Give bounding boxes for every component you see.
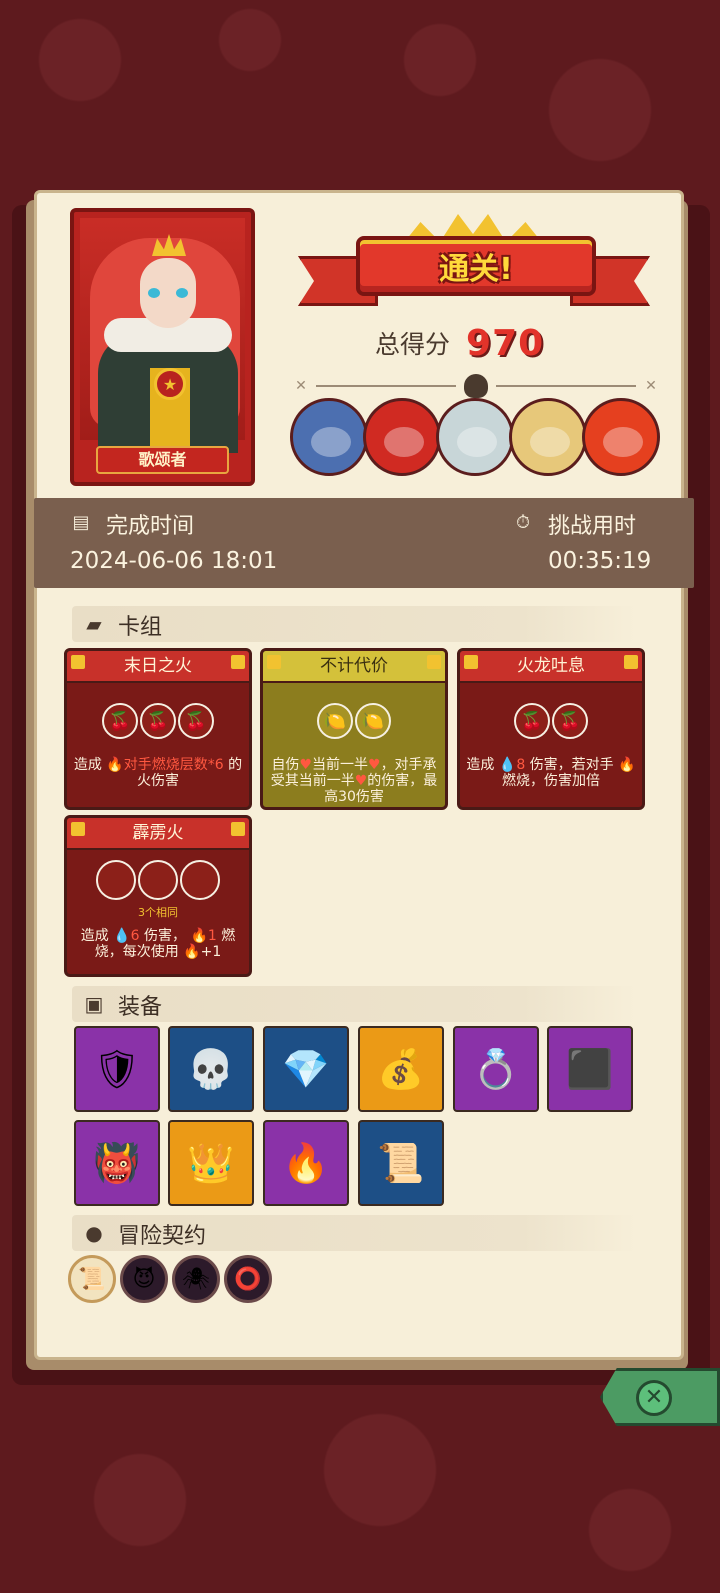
bracer-icon[interactable]: 🛡	[74, 1026, 160, 1112]
contract-demon-icon[interactable]: 😈	[120, 1255, 168, 1303]
victory-title: 通关!	[439, 252, 513, 287]
card-slots	[67, 860, 249, 900]
cherry-icon: 🍒	[140, 703, 176, 739]
hero-name: 歌颂者	[96, 446, 229, 474]
challenge-time-value: 00:35:19	[548, 548, 652, 574]
equipment-header: ▣ 装备	[72, 986, 636, 1022]
skull-icon	[464, 374, 488, 398]
card-description: 造成 💧8 伤害，若对手 🔥燃烧，伤害加倍	[466, 757, 636, 789]
time-bar: ▤ 完成时间 2024-06-06 18:01 ⏱ 挑战用时 00:35:19	[34, 498, 694, 588]
person-icon: ●	[85, 1221, 103, 1245]
empty-slot	[180, 860, 220, 900]
fire-icon: 🔥	[106, 757, 124, 773]
emerald-icon[interactable]: 💎	[263, 1026, 349, 1112]
scroll-icon[interactable]: 📜	[358, 1120, 444, 1206]
flame-crown-icon[interactable]: 🔥	[263, 1120, 349, 1206]
finish-time-value: 2024-06-06 18:01	[70, 548, 278, 574]
card-title: 末日之火	[67, 651, 249, 683]
deck-card[interactable]: 末日之火 🍒 🍒 🍒 造成 🔥对手燃烧层数*6 的火伤害	[64, 648, 252, 810]
fire-icon: 🔥	[618, 757, 636, 773]
card-description: 造成 🔥对手燃烧层数*6 的火伤害	[73, 757, 243, 789]
heart-icon: ♥	[299, 757, 312, 773]
empty-slot	[96, 860, 136, 900]
leaf-ring-icon[interactable]: 💍	[453, 1026, 539, 1112]
box-icon: ▣	[84, 992, 104, 1016]
cube-icon[interactable]: ⬛	[547, 1026, 633, 1112]
contract-rune-icon[interactable]: ⭕	[224, 1255, 272, 1303]
gold-crown-icon[interactable]: 👑	[168, 1120, 254, 1206]
stopwatch-icon: ⏱	[515, 512, 531, 533]
deck-card[interactable]: 霹雳火 3个相同 造成 💧6 伤害， 🔥1 燃烧，每次使用 🔥+1	[64, 815, 252, 977]
victory-banner: 通关!	[356, 236, 596, 296]
lemon-icon: 🍋	[355, 703, 391, 739]
score-row: 总得分 970	[375, 318, 544, 368]
crossed-swords-icon: ✕	[645, 378, 657, 394]
card-title: 不计代价	[263, 651, 445, 683]
blood-drop-icon: 💧	[113, 928, 131, 944]
equipment-title: 装备	[118, 995, 163, 1020]
deck-title: 卡组	[118, 615, 163, 640]
hero-portrait: ★	[80, 218, 245, 458]
challenge-time-label: 挑战用时	[548, 514, 637, 539]
score-value: 970	[466, 322, 545, 364]
contracts-title: 冒险契约	[118, 1224, 207, 1249]
boss-yeti-icon[interactable]	[436, 398, 514, 476]
card-title: 霹雳火	[67, 818, 249, 850]
card-slots: 🍒 🍒 🍒	[67, 703, 249, 739]
boss-divider: ✕ ✕	[292, 374, 660, 398]
blood-drop-icon: 💧	[498, 757, 517, 773]
lemon-icon: 🍋	[317, 703, 353, 739]
deck-card[interactable]: 火龙吐息 🍒 🍒 造成 💧8 伤害，若对手 🔥燃烧，伤害加倍	[457, 648, 645, 810]
boss-tribal-mask-icon[interactable]	[509, 398, 587, 476]
card-description: 自伤♥当前一半♥，对手承受其当前一半♥的伤害，最高30伤害	[270, 757, 438, 805]
close-button[interactable]: ✕	[636, 1380, 672, 1416]
cherry-icon: 🍒	[178, 703, 214, 739]
coin-sack-icon[interactable]: 💰	[358, 1026, 444, 1112]
star-medal-icon: ★	[154, 368, 186, 400]
card-description: 造成 💧6 伤害， 🔥1 燃烧，每次使用 🔥+1	[80, 928, 236, 960]
boss-mushroom-icon[interactable]	[290, 398, 368, 476]
boss-fire-beast-icon[interactable]	[582, 398, 660, 476]
crossed-swords-icon: ✕	[295, 378, 307, 394]
defeated-bosses	[290, 398, 662, 480]
deck-header: ▰ 卡组	[72, 606, 636, 642]
fire-icon: 🔥	[190, 928, 208, 944]
deck-card[interactable]: 不计代价 🍋 🍋 自伤♥当前一半♥，对手承受其当前一半♥的伤害，最高30伤害	[260, 648, 448, 810]
cherry-icon: 🍒	[552, 703, 588, 739]
film-icon: ▤	[72, 512, 90, 533]
heart-icon: ♥	[368, 757, 381, 773]
demon-mask-icon[interactable]: 👹	[74, 1120, 160, 1206]
empty-slot	[138, 860, 178, 900]
finish-time-label: 完成时间	[106, 514, 195, 539]
hero-card[interactable]: ★ 歌颂者	[70, 208, 255, 486]
fire-icon: 🔥	[183, 944, 201, 960]
score-label: 总得分	[375, 330, 451, 359]
slot-requirement: 3个相同	[138, 906, 178, 919]
heart-icon: ♥	[354, 773, 368, 789]
card-slots: 🍋 🍋	[263, 703, 445, 739]
boss-red-demon-icon[interactable]	[363, 398, 441, 476]
horned-skull-icon[interactable]: 💀	[168, 1026, 254, 1112]
contract-spider-icon[interactable]: 🕷	[172, 1255, 220, 1303]
cards-icon: ▰	[86, 612, 102, 636]
cherry-icon: 🍒	[102, 703, 138, 739]
cherry-icon: 🍒	[514, 703, 550, 739]
card-slots: 🍒 🍒	[460, 703, 642, 739]
card-title: 火龙吐息	[460, 651, 642, 683]
contract-scroll-icon[interactable]: 📜	[68, 1255, 116, 1303]
contracts-header: ● 冒险契约	[72, 1215, 636, 1251]
